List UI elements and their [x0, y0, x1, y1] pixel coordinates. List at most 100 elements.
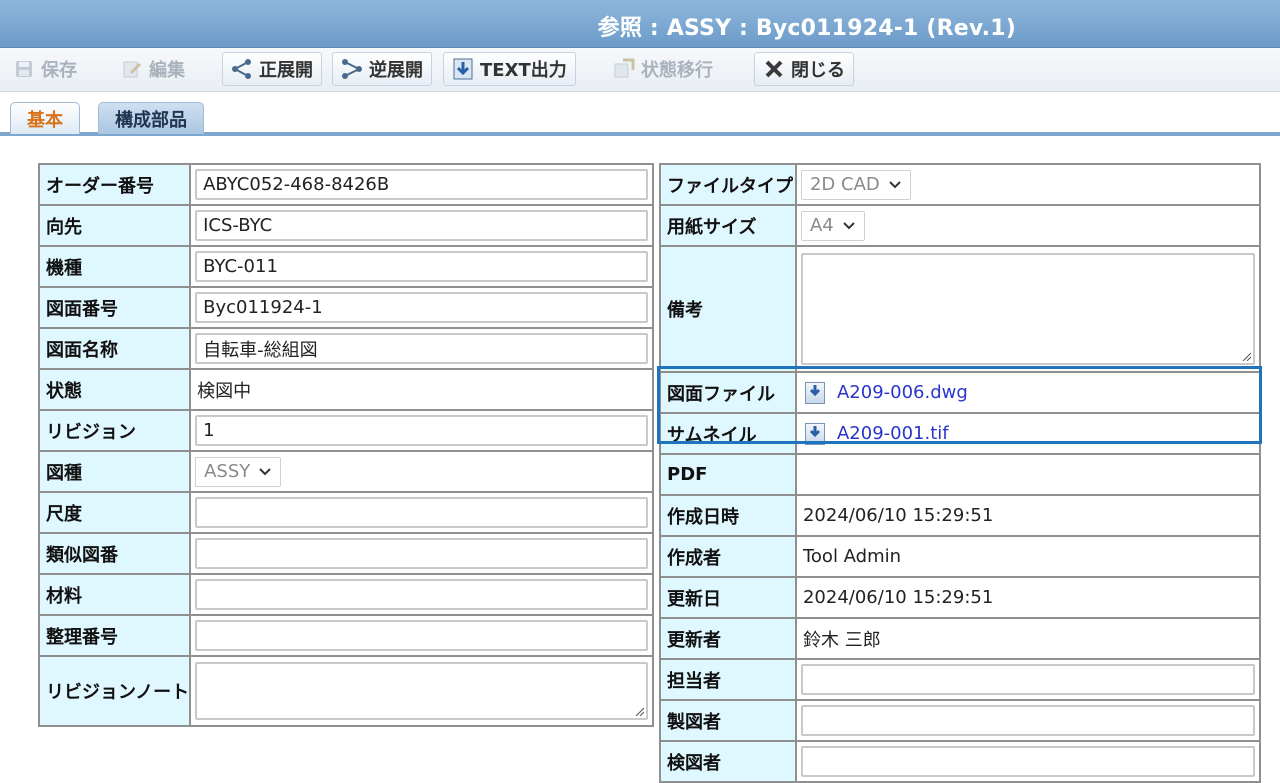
- close-button[interactable]: 閉じる: [754, 52, 854, 86]
- person-in-charge-field[interactable]: [800, 664, 1255, 695]
- form-row: 用紙サイズ A4: [659, 204, 1262, 247]
- state-change-button[interactable]: 状態移行: [604, 52, 722, 86]
- remarks-textarea[interactable]: [800, 253, 1255, 365]
- form-row: 作成日時 2024/06/10 15:29:51: [659, 494, 1262, 537]
- tree-collapse-icon: [341, 58, 363, 80]
- paper-size-value: A4: [809, 215, 834, 236]
- forward-expand-button[interactable]: 正展開: [222, 52, 322, 86]
- pdf-value: [801, 464, 803, 485]
- form-row: 向先 ICS-BYC: [37, 204, 654, 247]
- resize-grip-icon[interactable]: [634, 706, 644, 716]
- created-at-value: 2024/06/10 15:29:51: [802, 505, 994, 526]
- form-row: オーダー番号 ABYC052-468-8426B: [37, 163, 654, 206]
- revision-field[interactable]: 1: [195, 415, 648, 446]
- model-label: 機種: [37, 245, 192, 288]
- drawing-type-select[interactable]: ASSY: [195, 456, 282, 487]
- order-no-label: オーダー番号: [37, 163, 192, 206]
- similar-no-label: 類似図番: [37, 532, 192, 575]
- form-row: 機種 BYC-011: [37, 245, 654, 288]
- updated-by-value: 鈴木 三郎: [802, 629, 881, 651]
- paper-size-select[interactable]: A4: [800, 210, 865, 241]
- paper-size-label: 用紙サイズ: [659, 204, 797, 247]
- form-row: 尺度: [37, 491, 654, 534]
- drawing-type-value: ASSY: [204, 461, 251, 482]
- pdf-label: PDF: [659, 453, 797, 496]
- form-row: 図面名称 自転車-総組図: [37, 327, 654, 370]
- save-label: 保存: [41, 60, 77, 81]
- file-type-select[interactable]: 2D CAD: [800, 169, 911, 200]
- tab-components[interactable]: 構成部品: [98, 102, 204, 134]
- destination-label: 向先: [37, 204, 192, 247]
- updated-at-label: 更新日: [659, 576, 797, 619]
- material-field[interactable]: [195, 579, 648, 610]
- thumbnail-file-name[interactable]: A209-001.tif: [837, 423, 949, 444]
- save-button[interactable]: 保存: [4, 52, 86, 86]
- text-output-label: TEXT出力: [480, 60, 567, 81]
- chevron-down-icon: [258, 461, 272, 482]
- destination-field[interactable]: ICS-BYC: [195, 210, 648, 241]
- tab-bar: 基本 構成部品: [0, 92, 1280, 136]
- drawing-file-link[interactable]: A209-006.dwg: [801, 381, 1255, 404]
- file-type-label: ファイルタイプ: [659, 163, 797, 206]
- form-row: PDF: [659, 453, 1262, 496]
- form-row: ファイルタイプ 2D CAD: [659, 163, 1262, 206]
- thumbnail-label: サムネイル: [659, 412, 797, 455]
- edit-button[interactable]: 編集: [112, 52, 194, 86]
- model-field[interactable]: BYC-011: [195, 251, 648, 282]
- form-row: 図面ファイル A209-006.dwg: [659, 371, 1262, 414]
- status-label: 状態: [37, 368, 192, 411]
- resize-grip-icon[interactable]: [1241, 351, 1251, 361]
- scale-label: 尺度: [37, 491, 192, 534]
- checker-label: 検図者: [659, 740, 797, 783]
- download-icon: [452, 58, 474, 80]
- reverse-expand-button[interactable]: 逆展開: [332, 52, 432, 86]
- checker-field[interactable]: [800, 746, 1255, 777]
- floppy-disk-icon: [13, 58, 35, 80]
- form-row: 材料: [37, 573, 654, 616]
- created-at-label: 作成日時: [659, 494, 797, 537]
- form-row: 備考: [659, 245, 1262, 373]
- edit-label: 編集: [149, 60, 185, 81]
- chevron-down-icon: [888, 174, 902, 195]
- tab-basic[interactable]: 基本: [10, 102, 80, 134]
- drafter-field[interactable]: [800, 705, 1255, 736]
- scale-field[interactable]: [195, 497, 648, 528]
- form-row: 更新日 2024/06/10 15:29:51: [659, 576, 1262, 619]
- revision-note-textarea[interactable]: [195, 662, 648, 720]
- person-in-charge-label: 担当者: [659, 658, 797, 701]
- close-label: 閉じる: [791, 60, 845, 81]
- form-row: 製図者: [659, 699, 1262, 742]
- download-icon: [804, 422, 825, 445]
- basic-form-left: オーダー番号 ABYC052-468-8426B 向先 ICS-BYC 機種 B…: [37, 163, 654, 727]
- title-bar: 参照 : ASSY : Byc011924-1 (Rev.1): [0, 0, 1280, 48]
- revision-label: リビジョン: [37, 409, 192, 452]
- drawing-file-label: 図面ファイル: [659, 371, 797, 414]
- tree-expand-icon: [231, 58, 253, 80]
- form-row: 状態 検図中: [37, 368, 654, 411]
- drawing-name-field[interactable]: 自転車-総組図: [195, 333, 648, 364]
- order-no-field[interactable]: ABYC052-468-8426B: [195, 169, 648, 200]
- basic-form-right: ファイルタイプ 2D CAD 用紙サイズ A4 備考 図面ファイル A209-0…: [659, 163, 1262, 783]
- forward-expand-label: 正展開: [259, 60, 313, 81]
- reverse-expand-label: 逆展開: [369, 60, 423, 81]
- form-row: リビジョンノート: [37, 655, 654, 727]
- toolbar: 保存 編集 正展開 逆展開 TEXT出力 状態移行 閉じる: [0, 48, 1280, 92]
- remarks-label: 備考: [659, 245, 797, 373]
- form-row: 更新者 鈴木 三郎: [659, 617, 1262, 660]
- material-label: 材料: [37, 573, 192, 616]
- ref-no-field[interactable]: [195, 620, 648, 651]
- drawing-no-field[interactable]: Byc011924-1: [195, 292, 648, 323]
- text-output-button[interactable]: TEXT出力: [443, 52, 576, 86]
- status-value: 検図中: [197, 380, 252, 402]
- state-change-label: 状態移行: [641, 60, 713, 81]
- chevron-down-icon: [842, 215, 856, 236]
- thumbnail-link[interactable]: A209-001.tif: [801, 422, 1255, 445]
- drawing-file-name[interactable]: A209-006.dwg: [837, 382, 968, 403]
- revision-note-label: リビジョンノート: [37, 655, 192, 727]
- drafter-label: 製図者: [659, 699, 797, 742]
- updated-at-value: 2024/06/10 15:29:51: [802, 587, 994, 608]
- ref-no-label: 整理番号: [37, 614, 192, 657]
- created-by-value: Tool Admin: [802, 546, 902, 567]
- file-type-value: 2D CAD: [809, 174, 880, 195]
- similar-no-field[interactable]: [195, 538, 648, 569]
